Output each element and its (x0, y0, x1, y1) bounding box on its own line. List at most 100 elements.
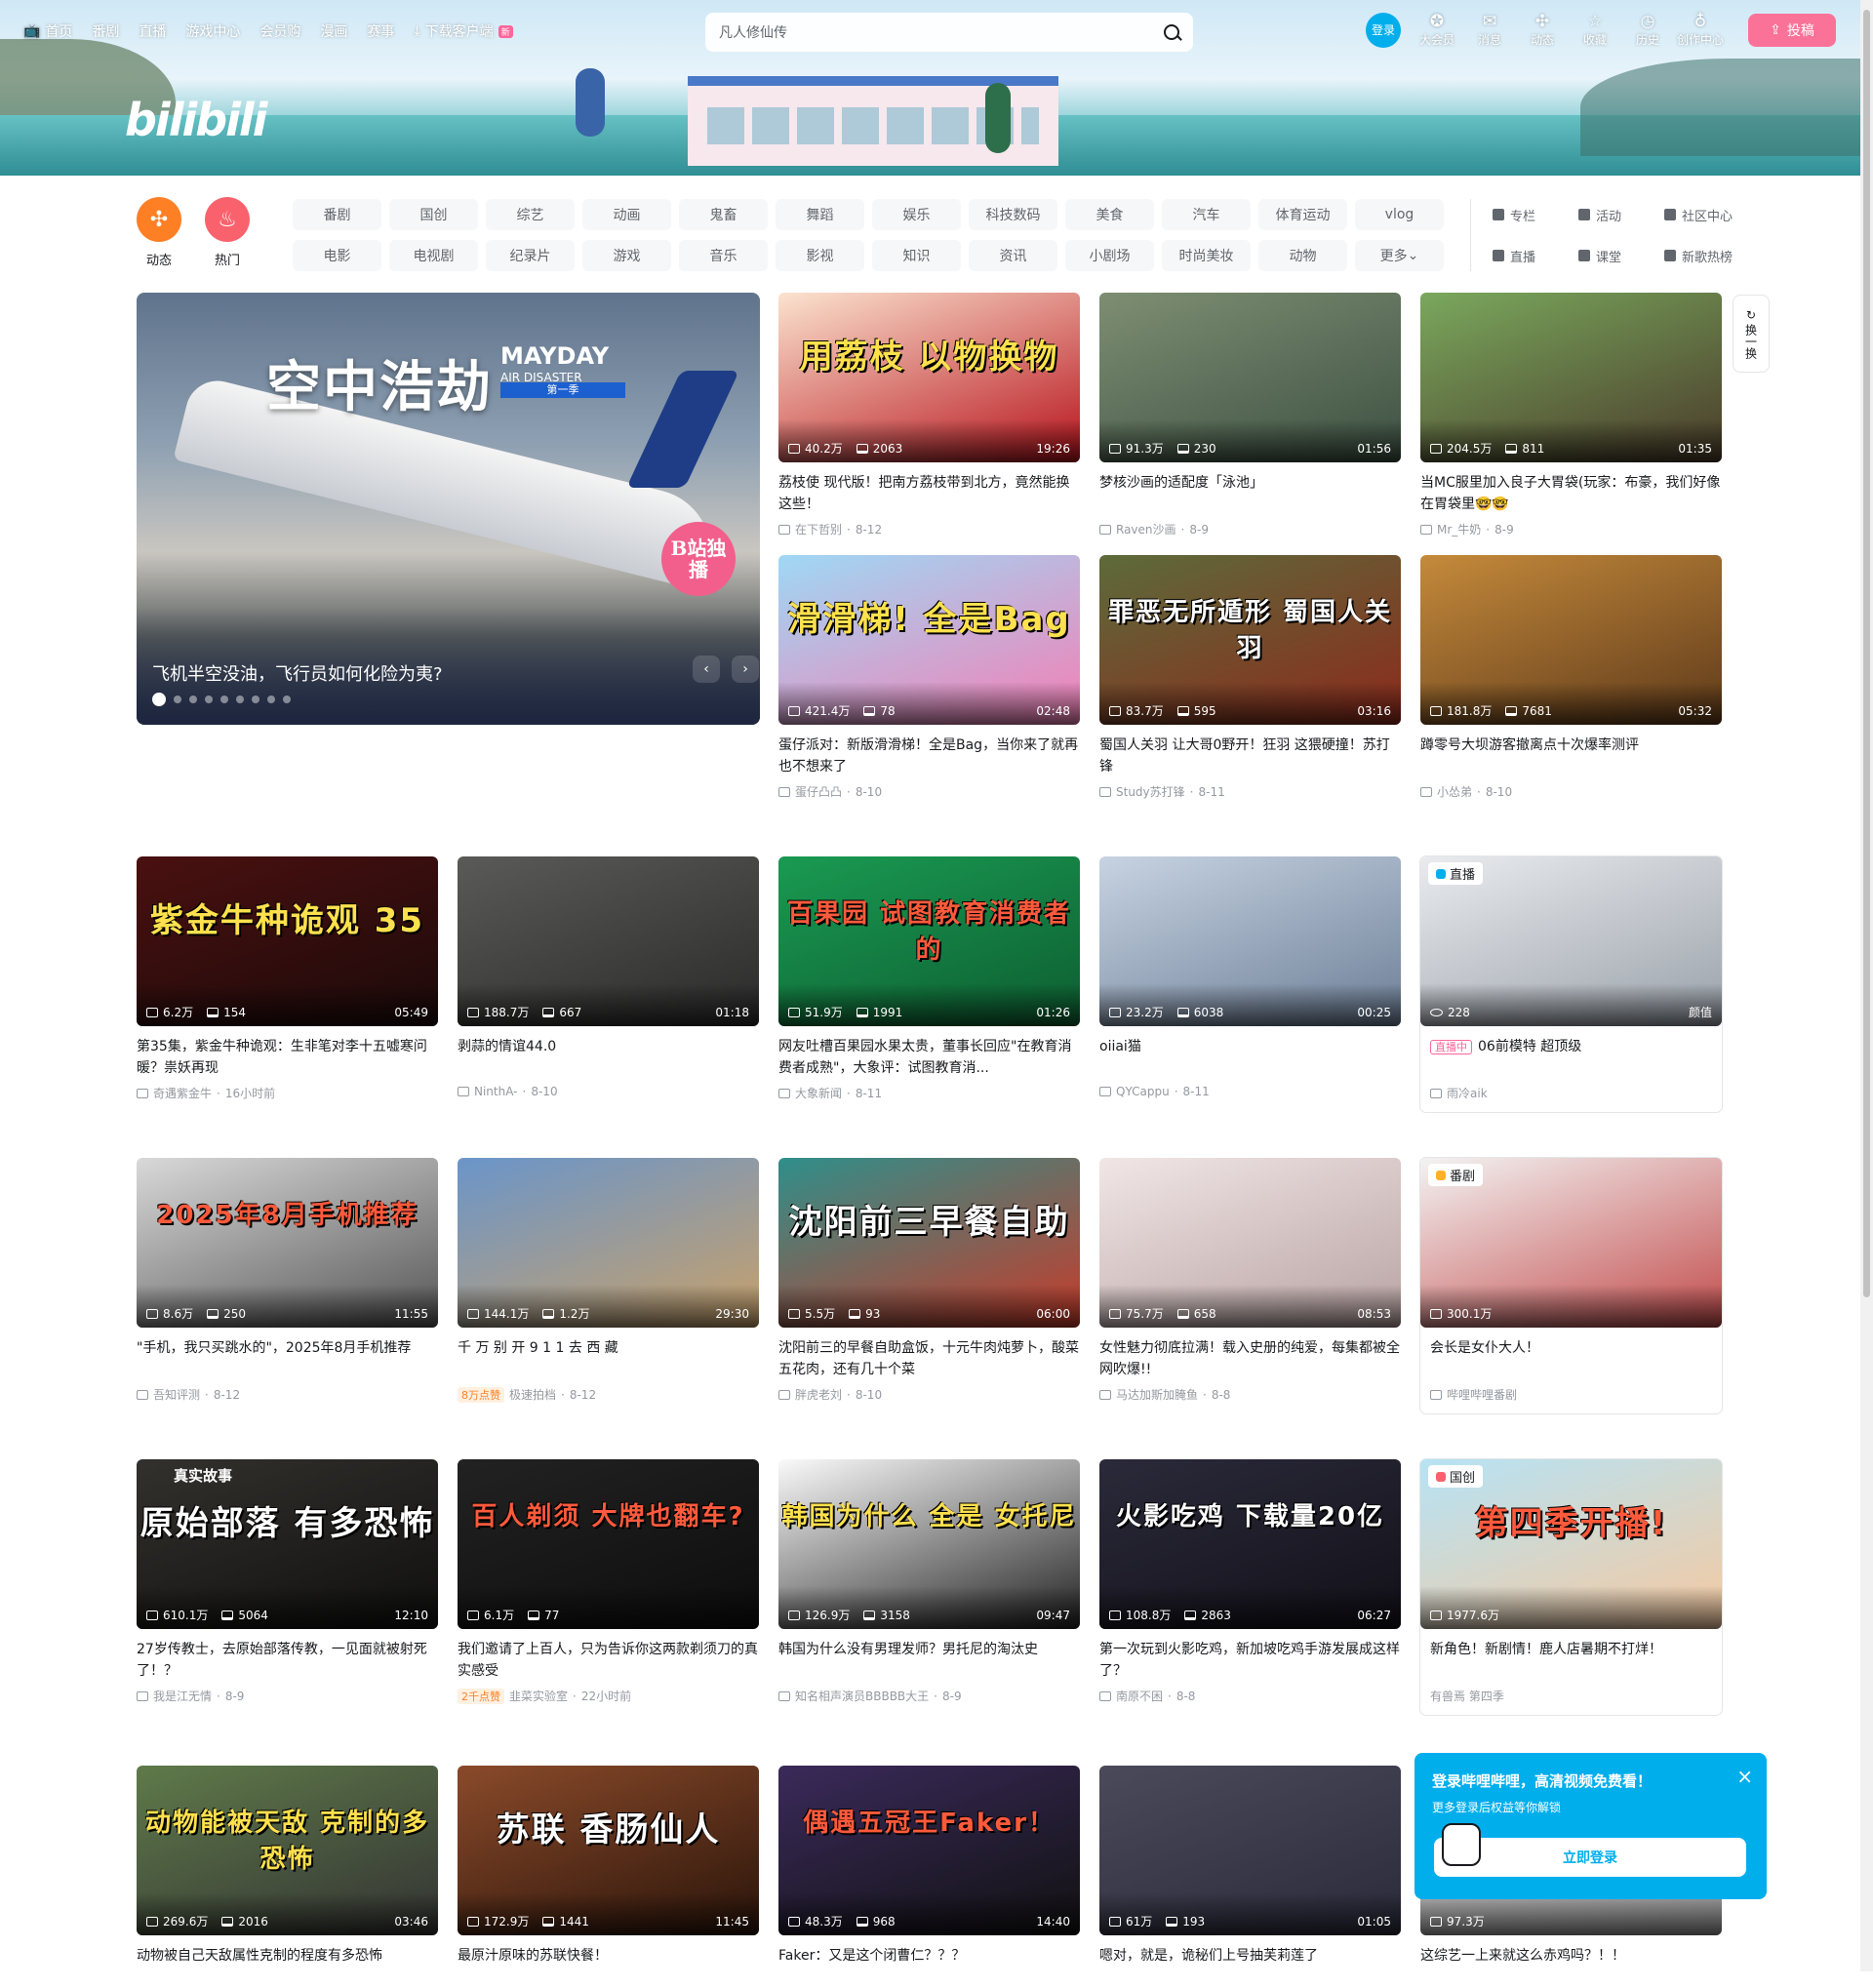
refresh-button[interactable]: ↻ 换一换 (1733, 295, 1770, 373)
nav-favorites[interactable]: ☆ 收藏 (1569, 12, 1621, 48)
video-title[interactable]: 梦核沙画的适配度「泳池」 (1099, 472, 1401, 515)
channel-chip[interactable]: 娱乐 (872, 199, 961, 230)
video-thumbnail[interactable]: 91.3万 230 01:56 (1099, 293, 1401, 462)
channel-extra-link[interactable]: 课堂 (1578, 240, 1664, 271)
carousel-dot[interactable] (152, 693, 166, 706)
video-author[interactable]: 奇遇紫金牛 (153, 1085, 212, 1101)
video-card[interactable]: 61万 193 01:05 嗯对，就是，诡秘们上号抽芙莉莲了 (1099, 1766, 1401, 1988)
channel-chip[interactable]: vlog (1355, 199, 1444, 230)
video-author[interactable]: Raven沙画 (1116, 521, 1176, 537)
nav-dynamics[interactable]: ✣ 动态 (1516, 12, 1569, 48)
video-title[interactable]: 荔枝使 现代版！把南方荔枝带到北方，竟然能换这些！ (778, 472, 1080, 515)
nav-download[interactable]: ⤓ 下载客户端新 (414, 21, 513, 41)
video-thumbnail[interactable]: 75.7万 658 08:53 (1099, 1158, 1401, 1328)
video-author[interactable]: 吾知评测 (153, 1386, 200, 1403)
video-author[interactable]: 知名相声演员BBBBB大王 (795, 1688, 929, 1704)
nav-esports[interactable]: 赛事 (367, 21, 394, 41)
video-card[interactable]: 直播 228 颜值 直播中 06前模特 超顶级 雨冷aik (1420, 856, 1722, 1101)
video-thumbnail[interactable]: 紫金牛种诡观 35 6.2万 154 05:49 (137, 856, 438, 1026)
video-author[interactable]: 韭菜实验室 (509, 1688, 568, 1704)
video-card[interactable]: 罪恶无所遁形 蜀国人关羽 83.7万 595 03:16 蜀国人关羽 让大哥0野开！狂羽… (1099, 555, 1401, 800)
video-card[interactable]: 144.1万 1.2万 29:30 千 万 别 开 9 1 1 去 西 藏 8万点赞 极速… (458, 1158, 759, 1403)
video-title[interactable]: 我们邀请了上百人，只为告诉你这两款剃须刀的真实感受 (458, 1639, 759, 1682)
channel-chip[interactable]: 舞蹈 (776, 199, 864, 230)
video-thumbnail[interactable]: 61万 193 01:05 (1099, 1766, 1401, 1935)
video-card[interactable]: 沈阳前三早餐自助 5.5万 93 06:00 沈阳前三的早餐自助盒饭，十元牛肉炖萝卜，酸… (778, 1158, 1080, 1403)
video-author[interactable]: 极速拍档 (509, 1386, 556, 1403)
video-author[interactable]: Mr_牛奶 (1437, 521, 1481, 537)
video-title[interactable]: 蛋仔派对：新版滑滑梯！全是Bag，当你来了就再也不想来了 (778, 735, 1080, 777)
nav-messages[interactable]: ✉ 消息 (1463, 12, 1516, 48)
video-title[interactable]: 沈阳前三的早餐自助盒饭，十元牛肉炖萝卜，酸菜五花肉，还有几十个菜 (778, 1337, 1080, 1380)
video-author[interactable]: 大象新闻 (795, 1085, 842, 1101)
video-card[interactable]: 滑滑梯! 全是Bag 421.4万 78 02:48 蛋仔派对：新版滑滑梯！全是Bag，… (778, 555, 1080, 800)
video-thumbnail[interactable]: 百人剃须 大牌也翻车? 6.1万 77 (458, 1459, 759, 1629)
nav-home[interactable]: 📺 首页 (23, 21, 72, 41)
nav-anime[interactable]: 番剧 (92, 21, 119, 41)
video-author[interactable]: 胖虎老刘 (795, 1386, 842, 1403)
video-thumbnail[interactable]: 韩国为什么 全是 女托尼 126.9万 3158 09:47 (778, 1459, 1080, 1629)
channel-chip[interactable]: 电视剧 (389, 240, 478, 271)
video-thumbnail[interactable]: 144.1万 1.2万 29:30 (458, 1158, 759, 1328)
video-card[interactable]: 偶遇五冠王Faker！ 48.3万 968 14:40 Faker：又是这个闭曹仁？？？ (778, 1766, 1080, 1988)
video-card[interactable]: 韩国为什么 全是 女托尼 126.9万 3158 09:47 韩国为什么没有男理发师？男… (778, 1459, 1080, 1704)
channel-extra-link[interactable]: 新歌热榜 (1664, 240, 1750, 271)
carousel-dot[interactable] (267, 696, 275, 703)
video-title[interactable]: 剥蒜的情谊44.0 (458, 1036, 759, 1079)
video-thumbnail[interactable]: 火影吃鸡 下载量20亿 108.8万 2863 06:27 (1099, 1459, 1401, 1629)
video-author[interactable]: 雨冷aik (1447, 1085, 1488, 1101)
nav-creator-center[interactable]: ♁ 创作中心 (1674, 12, 1727, 48)
video-thumbnail[interactable]: 204.5万 811 01:35 (1420, 293, 1722, 462)
video-title[interactable]: 蜀国人关羽 让大哥0野开！狂羽 这猥硬撞！苏打锋 (1099, 735, 1401, 777)
channel-chip[interactable]: 综艺 (486, 199, 575, 230)
video-title[interactable]: 动物被自己天敌属性克制的程度有多恐怖 (137, 1945, 438, 1988)
video-title[interactable]: 27岁传教士，去原始部落传教，一见面就被射死了！？ (137, 1639, 438, 1682)
nav-shop[interactable]: 会员购 (259, 21, 300, 41)
nav-live[interactable]: 直播 (139, 21, 166, 41)
channel-chip[interactable]: 动画 (582, 199, 671, 230)
channel-chip[interactable]: 国创 (389, 199, 478, 230)
video-thumbnail[interactable]: 百果园 试图教育消费者的 51.9万 1991 01:26 (778, 856, 1080, 1026)
channel-extra-link[interactable]: 专栏 (1493, 199, 1578, 230)
nav-game-center[interactable]: 游戏中心 (185, 21, 240, 41)
video-card[interactable]: 苏联 香肠仙人 172.9万 1441 11:45 最原汁原味的苏联快餐！ (458, 1766, 759, 1988)
video-card[interactable]: 原始部落 有多恐怖 真实故事 610.1万 5064 12:10 27岁传教士，去原始部落… (137, 1459, 438, 1704)
video-title[interactable]: "手机，我只买跳水的"，2025年8月手机推荐 (137, 1337, 438, 1380)
channel-chip[interactable]: 影视 (776, 240, 864, 271)
carousel-dot[interactable] (205, 696, 213, 703)
channel-chip[interactable]: 动物 (1258, 240, 1347, 271)
carousel-dot[interactable] (189, 696, 197, 703)
video-thumbnail[interactable]: 滑滑梯! 全是Bag 421.4万 78 02:48 (778, 555, 1080, 725)
channel-chip[interactable]: 音乐 (679, 240, 768, 271)
video-title[interactable]: 最原汁原味的苏联快餐！ (458, 1945, 759, 1988)
video-title[interactable]: 新角色！新剧情！鹿人店暑期不打烊！ (1420, 1639, 1722, 1682)
video-title[interactable]: oiiai猫 (1099, 1036, 1401, 1079)
video-card[interactable]: 91.3万 230 01:56 梦核沙画的适配度「泳池」 Raven沙画 · 8-9 (1099, 293, 1401, 537)
carousel-dot[interactable] (174, 696, 181, 703)
upload-button[interactable]: ⇪ 投稿 (1748, 14, 1836, 47)
channel-chip[interactable]: 鬼畜 (679, 199, 768, 230)
video-thumbnail[interactable]: 偶遇五冠王Faker！ 48.3万 968 14:40 (778, 1766, 1080, 1935)
video-card[interactable]: 用荔枝 以物换物 40.2万 2063 19:26 荔枝使 现代版！把南方荔枝带到北方，… (778, 293, 1080, 537)
video-title[interactable]: 千 万 别 开 9 1 1 去 西 藏 (458, 1337, 759, 1380)
video-author[interactable]: 小怂弟 (1437, 783, 1472, 800)
video-card[interactable]: 紫金牛种诡观 35 6.2万 154 05:49 第35集，紫金牛种诡观：生非笔对李十五… (137, 856, 438, 1101)
video-title[interactable]: 韩国为什么没有男理发师？男托尼的淘汰史 (778, 1639, 1080, 1682)
video-thumbnail[interactable]: 23.2万 6038 00:25 (1099, 856, 1401, 1026)
channel-dynamics[interactable]: ✣ 动态 (137, 197, 181, 268)
search-input[interactable]: 凡人修仙传 (719, 22, 1164, 42)
video-title[interactable]: 第35集，紫金牛种诡观：生非笔对李十五嘘寒问暖？祟妖再现 (137, 1036, 438, 1079)
channel-chip[interactable]: 番剧 (293, 199, 381, 230)
video-title[interactable]: 网友吐槽百果园水果太贵，董事长回应"在教育消费者成熟"，大象评：试图教育消... (778, 1036, 1080, 1079)
video-card[interactable]: 181.8万 7681 05:32 蹲零号大坝游客撤离点十次爆率测评 小怂弟 · 8-10 (1420, 555, 1722, 800)
video-title[interactable]: Faker：又是这个闭曹仁？？？ (778, 1945, 1080, 1988)
video-author[interactable]: Study苏打锋 (1116, 783, 1185, 800)
video-thumbnail[interactable]: 第四季开播! 国创 1977.6万 (1420, 1459, 1722, 1629)
video-card[interactable]: 火影吃鸡 下载量20亿 108.8万 2863 06:27 第一次玩到火影吃鸡，新加坡吃… (1099, 1459, 1401, 1704)
video-thumbnail[interactable]: 苏联 香肠仙人 172.9万 1441 11:45 (458, 1766, 759, 1935)
video-title[interactable]: 女性魅力彻底拉满！载入史册的纯爱，每集都被全网吹爆!! (1099, 1337, 1401, 1380)
channel-chip[interactable]: 时尚美妆 (1162, 240, 1251, 271)
video-card[interactable]: 188.7万 667 01:18 剥蒜的情谊44.0 NinthA- · 8-10 (458, 856, 759, 1098)
video-author[interactable]: 蛋仔凸凸 (795, 783, 842, 800)
video-thumbnail[interactable]: 动物能被天敌 克制的多恐怖 269.6万 2016 03:46 (137, 1766, 438, 1935)
